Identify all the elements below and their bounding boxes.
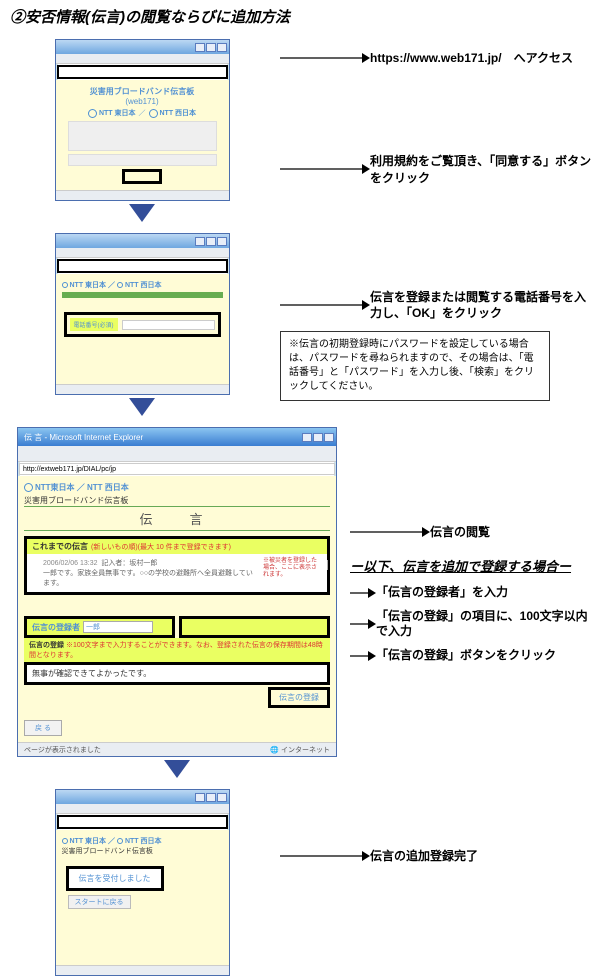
submit-button-highlight: 伝言の登録 [268,687,330,708]
arrow-leader-reg: 「伝言の登録者」を入力 [350,585,595,601]
agree-button-highlight [122,169,162,184]
registrant-heading: 伝言の登録者 [32,622,80,633]
arrow-leader-view: 伝言の閲覧 [350,523,595,540]
arrow-leader-complete: 伝言の追加登録完了 [280,789,595,864]
reg-body-text: 無事が確認できてよかったです。 [32,668,322,679]
prev-heading: これまでの伝言 [32,541,88,552]
back-button: 戻 る [24,720,62,736]
page-heading: 伝 言 [24,506,330,531]
arrow-down-icon [129,398,155,416]
arrow-leader-submit: 「伝言の登録」ボタンをクリック [350,648,595,664]
body-instruction: 「伝言の登録」の項目に、100文字以内で入力 [376,609,595,640]
arrow-leader-3: 伝言を登録または閲覧する電話番号を入力し、「OK」をクリック [280,233,595,321]
phone-label: 電話番号(必須) [70,318,118,331]
message-textarea-highlight: 無事が確認できてよかったです。 [24,662,330,685]
screenshot-step2: NTT 東日本 ／ NTT 西日本 電話番号(必須) [55,233,230,395]
arrow-down-icon [164,760,190,778]
reg-body-heading: 伝言の登録 [29,642,64,649]
url-bar-step1 [57,65,228,79]
url-text: https://www.web171.jp/ [370,51,502,65]
url-suffix: へアクセス [502,51,573,65]
side-red-note: ※被災者を登録した場合、ここに表示されます。 [263,558,321,588]
msg-author: 記入者：坂村一郎 [101,560,157,567]
registrant-name: 一郎 [83,621,153,633]
confirm-message: 伝言を受付しました [66,866,164,891]
screenshot-step4: NTT 東日本 ／ NTT 西日本 災害用ブロードバンド伝言板 伝言を受付しまし… [55,789,230,976]
msg-date: 2006/02/06 13:32 [43,560,98,567]
registrant-instruction: 「伝言の登録者」を入力 [376,585,508,601]
phone-input-highlight: 電話番号(必須) [64,312,221,337]
doc-title: ②安否情報(伝言)の閲覧ならびに追加方法 [0,0,607,35]
window-title: 伝 言 - Microsoft Internet Explorer [20,432,301,443]
arrow-down-icon [129,204,155,222]
arrow-leader-2: 利用規約をご覧頂き、「同意する」ボタンをクリック [280,66,595,186]
phone-instruction: 伝言を登録または閲覧する電話番号を入力し、「OK」をクリック [370,289,595,321]
screenshot-step3: 伝 言 - Microsoft Internet Explorer http:/… [17,427,337,757]
screenshot-step1: 災害用ブロードバンド伝言板 (web171) NTT 東日本 ／ NTT 西日本 [55,39,230,201]
registrant-highlight: 伝言の登録者 一郎 [24,616,175,638]
submit-instruction: 「伝言の登録」ボタンをクリック [376,648,556,664]
agree-instruction: 利用規約をご覧頂き、「同意する」ボタンをクリック [370,152,595,186]
msg-body: 一郎です。家族全員無事です。○○の学校の避難所へ全員避難しています。 [43,570,253,587]
complete-label: 伝言の追加登録完了 [370,847,478,864]
divider-heading: ー以下、伝言を追加で登録する場合ー [350,556,595,575]
arrow-leader-1: https://www.web171.jp/ へアクセス [280,39,595,66]
view-label: 伝言の閲覧 [430,523,490,540]
banner-l1: 災害用ブロードバンド伝言板 [62,86,223,97]
existing-messages-highlight: これまでの伝言 (新しいもの順)(最大 10 件まで登録できます) 2006/0… [24,536,330,595]
restart-button: スタートに戻る [68,895,131,909]
banner-l2: (web171) [62,97,223,106]
arrow-leader-body: 「伝言の登録」の項目に、100文字以内で入力 [350,609,595,640]
password-note: ※伝言の初期登録時にパスワードを設定している場合は、パスワードを尋ねられますので… [280,331,550,401]
